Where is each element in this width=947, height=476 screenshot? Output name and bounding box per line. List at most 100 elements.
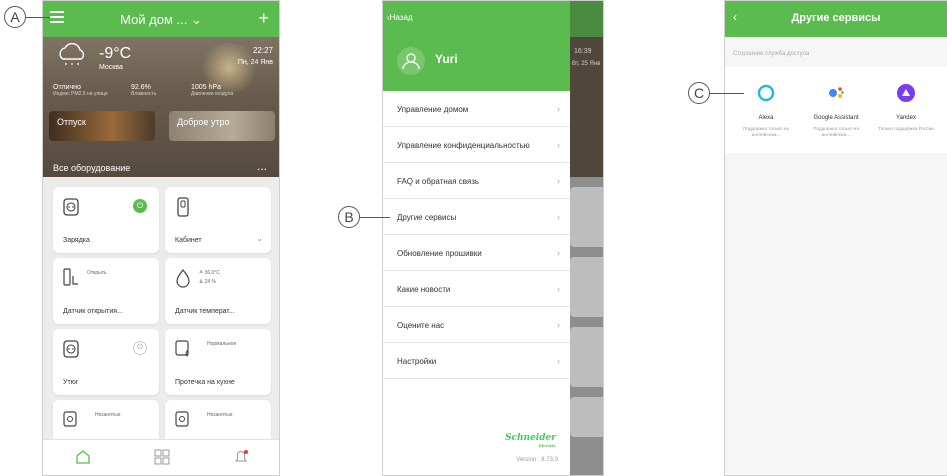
- menu-item-label: Какие новости: [397, 285, 451, 294]
- service-name: Google Assistant: [813, 115, 859, 121]
- menu-item-settings[interactable]: Настройки ›: [383, 343, 570, 379]
- section-label: Сторонние служба доступа: [733, 51, 810, 57]
- service-desc: Поддержка только на английском...: [743, 126, 789, 137]
- chevron-down-icon[interactable]: ⌄: [256, 234, 263, 243]
- chevron-right-icon: ›: [557, 356, 560, 366]
- callout-c-line: [710, 93, 744, 94]
- scene-vacation[interactable]: Отпуск: [49, 111, 155, 141]
- menu-item-firmware-update[interactable]: Обновление прошивки ›: [383, 235, 570, 271]
- city: Москва: [99, 64, 123, 71]
- services-header: ‹ Другие сервисы: [725, 1, 947, 37]
- device-name: Утюг: [63, 379, 79, 386]
- weather-panel: -9°C Москва 22:27 Пн, 24 Янв Отлично Инд…: [43, 37, 279, 177]
- home-header: Мой дом ... ⌄ +: [43, 1, 279, 37]
- dimmed-weather: 16:39 Вт, 25 Янв: [570, 37, 603, 177]
- stat-pressure: 1005 hPa Давление воздуха: [191, 84, 233, 97]
- dimmed-home-background[interactable]: 16:39 Вт, 25 Янв: [570, 1, 603, 475]
- device-state: Незанятые: [95, 412, 121, 418]
- google-assistant-icon: [829, 87, 844, 98]
- callout-b-line: [360, 217, 390, 218]
- temperature-sensor-icon: [176, 269, 190, 288]
- menu-item-home-management[interactable]: Управление домом ›: [383, 91, 570, 127]
- user-name[interactable]: Yuri: [435, 52, 458, 66]
- home-icon[interactable]: [75, 449, 91, 465]
- stat-label: Индекс PM2.5 на улице: [53, 91, 108, 97]
- callout-a-line: [26, 17, 50, 18]
- dimmed-header: [570, 1, 603, 37]
- yandex-icon: [897, 84, 915, 102]
- menu-item-rate-us[interactable]: Оцените нас ›: [383, 307, 570, 343]
- switch-icon: [177, 197, 189, 217]
- menu-item-label: FAQ и обратная связь: [397, 177, 480, 186]
- other-services-screen: ‹ Другие сервисы Сторонние служба доступ…: [724, 0, 947, 476]
- add-icon[interactable]: +: [258, 8, 269, 29]
- device-card-office[interactable]: ⌄ Кабинет: [165, 187, 271, 253]
- dimmed-card: [570, 187, 603, 247]
- device-state: Незанятые: [207, 412, 233, 418]
- stat-label: Давление воздуха: [191, 91, 234, 97]
- power-on-icon[interactable]: ⏻: [133, 199, 147, 213]
- back-label: Назад: [389, 13, 413, 22]
- device-grid: ⏻ Зарядка ⌄ Кабинет Открыть Датчик откры…: [43, 177, 279, 466]
- cloud-snow-icon: [59, 43, 85, 65]
- device-card-charger[interactable]: ⏻ Зарядка: [53, 187, 159, 253]
- menu-item-label: Оцените нас: [397, 321, 445, 330]
- back-button[interactable]: ‹Назад: [387, 13, 413, 22]
- brand-sub: Electric: [538, 443, 556, 448]
- stat-value: Отлично: [53, 84, 81, 91]
- home-selector[interactable]: Мой дом ... ⌄: [43, 12, 279, 28]
- device-card-door-sensor[interactable]: Открыть Датчик открытия...: [53, 258, 159, 324]
- menu-item-faq[interactable]: FAQ и обратная связь ›: [383, 163, 570, 199]
- socket-icon: [63, 340, 79, 358]
- leak-sensor-icon: [175, 340, 189, 357]
- services-list: Alexa Поддержка только на английском... …: [725, 67, 947, 153]
- grid-icon[interactable]: [154, 449, 170, 465]
- menu-item-privacy[interactable]: Управление конфиденциальностью ›: [383, 127, 570, 163]
- stat-air-quality: Отлично Индекс PM2.5 на улице: [53, 84, 108, 97]
- user-avatar-icon[interactable]: [397, 47, 425, 75]
- app-version: Version : 8.73.0: [516, 457, 558, 463]
- chevron-right-icon: ›: [557, 176, 560, 186]
- dimmed-card: [570, 327, 603, 387]
- device-card-temperature-sensor[interactable]: ≜ 36.0°C ⇊ 24 % Датчик температ...: [165, 258, 271, 324]
- menu-item-label: Настройки: [397, 357, 437, 366]
- menu-item-label: Управление домом: [397, 105, 469, 114]
- power-off-icon[interactable]: ⏻: [133, 341, 147, 355]
- menu-item-other-services[interactable]: Другие сервисы ›: [383, 199, 570, 235]
- device-card-kitchen-leak[interactable]: Нормальное Протечка на кухне: [165, 329, 271, 395]
- chevron-down-icon: ⌄: [191, 12, 202, 27]
- menu-item-whats-new[interactable]: Какие новости ›: [383, 271, 570, 307]
- socket-icon: [63, 198, 79, 216]
- stat-value: 1005 hPa: [191, 84, 221, 91]
- bell-icon[interactable]: [233, 449, 249, 465]
- brand-name: Schneider: [505, 433, 556, 443]
- device-name: Кабинет: [175, 237, 202, 244]
- chevron-right-icon: ›: [557, 140, 560, 150]
- chevron-right-icon: ›: [557, 320, 560, 330]
- stat-label: Влажность: [131, 91, 157, 97]
- door-sensor-icon: [63, 268, 78, 286]
- home-title: Мой дом ...: [120, 12, 188, 27]
- device-state-temperature: ≜ 36.0°C: [199, 270, 220, 276]
- motion-sensor-icon: [175, 411, 189, 427]
- service-name: Yandex: [896, 115, 916, 121]
- device-state: Нормальное: [207, 341, 237, 347]
- device-name: Датчик открытия...: [63, 308, 123, 315]
- more-icon[interactable]: ...: [257, 159, 267, 173]
- callout-b: B: [338, 206, 360, 228]
- scene-good-morning[interactable]: Доброе утро: [169, 111, 275, 141]
- side-menu-screen: 16:39 Вт, 25 Янв ‹Назад Yuri Управление …: [382, 0, 604, 476]
- dimmed-date: Вт, 25 Янв: [572, 61, 601, 67]
- service-name: Alexa: [758, 115, 774, 121]
- chevron-right-icon: ›: [557, 248, 560, 258]
- schneider-logo: Schneider Electric: [505, 433, 556, 448]
- device-card-iron[interactable]: ⏻ Утюг: [53, 329, 159, 395]
- tab-bar: [43, 439, 279, 475]
- device-state-humidity: ⇊ 24 %: [199, 279, 216, 285]
- chevron-right-icon: ›: [557, 284, 560, 294]
- menu-item-label: Обновление прошивки: [397, 249, 482, 258]
- menu-item-label: Управление конфиденциальностью: [397, 141, 530, 150]
- stat-humidity: 92.6% Влажность: [131, 84, 156, 97]
- page-title: Другие сервисы: [791, 12, 881, 24]
- chevron-right-icon: ›: [557, 104, 560, 114]
